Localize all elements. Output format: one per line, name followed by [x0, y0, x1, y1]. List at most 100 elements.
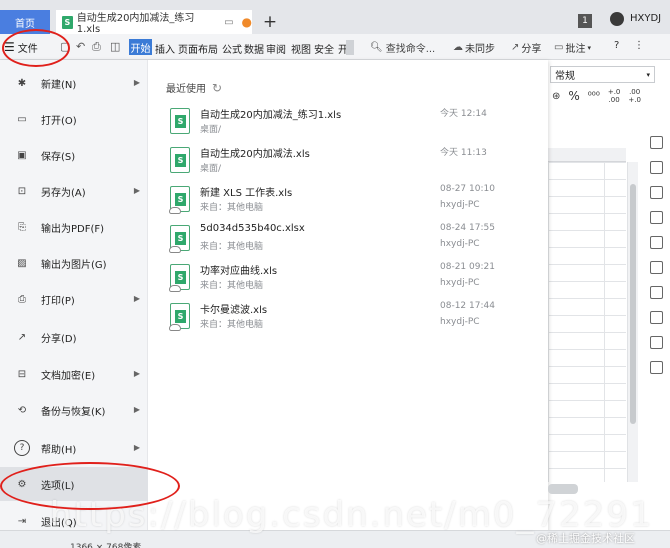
spreadsheet-file-icon: S — [169, 225, 190, 253]
chevron-right-icon: ▶ — [133, 443, 140, 452]
nav-item-save[interactable]: ▣ 保存(S) — [0, 138, 148, 172]
property-tool-icon[interactable] — [650, 211, 663, 224]
backup-tool-icon[interactable] — [650, 261, 663, 274]
chevron-right-icon: ▶ — [133, 405, 140, 414]
tab-page-layout[interactable]: 页面布局 — [178, 41, 218, 56]
undo-quick-icon[interactable]: ↶ — [76, 40, 85, 53]
grid-tool-icon[interactable] — [650, 236, 663, 249]
cloud-icon — [169, 285, 181, 292]
preview-quick-icon[interactable]: ◫ — [110, 40, 120, 53]
nav-item-backup[interactable]: ⟲ 备份与恢复(K) ▶ — [0, 393, 148, 427]
window-count-badge[interactable]: 1 — [578, 14, 592, 28]
recent-file-row[interactable]: S 自动生成20内加减法_练习1.xls 桌面/今天 12:14 — [170, 106, 510, 142]
decrease-decimal-button[interactable]: .00 +.0 — [628, 88, 641, 104]
cloud-icon: ☁ — [453, 42, 463, 53]
image-icon: ▨ — [17, 257, 27, 269]
text-tool-icon[interactable] — [650, 311, 663, 324]
chevron-down-icon: ▾ — [587, 43, 591, 52]
share-tool-icon[interactable] — [650, 336, 663, 349]
tab-security[interactable]: 安全 — [314, 41, 334, 56]
recent-file-row[interactable]: S 5d034d535b40c.xlsx 来自：其他电脑 08-24 17:55 hxy… — [169, 223, 510, 259]
tab-data[interactable]: 数据 — [244, 41, 264, 56]
horizontal-scroll-thumb[interactable] — [548, 484, 578, 494]
nav-item-save-as[interactable]: ⊡ 另存为(A) ▶ — [0, 174, 148, 208]
file-source: hxydj-PC — [440, 278, 480, 288]
recent-file-row[interactable]: S 自动生成20内加减法.xls 桌面/今天 11:13 — [170, 145, 510, 181]
tab-view[interactable]: 视图 — [291, 41, 311, 56]
file-name: 新建 XLS 工作表.xls — [200, 188, 293, 199]
nav-item-label: 文档加密(E) — [41, 370, 96, 382]
username[interactable]: HXYDJ — [630, 13, 661, 24]
chevron-right-icon: ▶ — [133, 78, 140, 87]
tab-start[interactable]: 开始 — [129, 39, 152, 55]
file-name: 功率对应曲线.xls — [200, 266, 278, 277]
more-button[interactable]: ⋮ — [634, 40, 644, 51]
history-tool-icon[interactable] — [650, 361, 663, 374]
percent-button[interactable]: % — [568, 89, 579, 103]
file-path: 桌面/ — [200, 164, 222, 174]
cell-grid[interactable] — [548, 162, 626, 482]
nav-item-folder-open[interactable]: ▭ 打开(O) — [0, 102, 148, 136]
command-search[interactable]: 🔍︎ 查找命令... — [370, 40, 435, 55]
nav-item-label: 保存(S) — [41, 151, 76, 163]
tab-review[interactable]: 审阅 — [266, 41, 286, 56]
refresh-icon[interactable]: ↻ — [212, 81, 222, 95]
recent-files-title: 最近使用 — [166, 84, 206, 95]
search-icon: 🔍︎ — [370, 42, 383, 53]
print-quick-icon[interactable]: ⎙ — [92, 40, 101, 54]
scroll-thumb[interactable] — [630, 184, 636, 424]
nav-item-new[interactable]: ✱ 新建(N) ▶ — [0, 66, 148, 100]
nav-item-label: 打开(O) — [41, 115, 77, 127]
file-source: hxydj-PC — [440, 200, 480, 210]
nav-item-pdf[interactable]: ⎘ 输出为PDF(F) — [0, 210, 148, 244]
tab-overflow-divider[interactable] — [346, 40, 354, 55]
spreadsheet-file-icon: S — [170, 147, 190, 173]
vertical-scrollbar[interactable] — [627, 162, 638, 482]
avatar[interactable] — [610, 12, 624, 26]
comment-icon: ▭ — [554, 42, 564, 53]
file-time: 08-27 10:10 — [440, 184, 495, 194]
currency-icon[interactable]: ⊛ — [552, 91, 560, 102]
select-tool-icon[interactable] — [650, 136, 663, 149]
tab-document[interactable]: S 自动生成20内加减法_练习1.xls ▭ ● — [56, 10, 252, 35]
nav-item-help[interactable]: ? 帮助(H) ▶ — [0, 431, 148, 465]
new-tab-button[interactable]: + — [260, 10, 280, 34]
title-tab-bar: 首页 S 自动生成20内加减法_练习1.xls ▭ ● + 1 HXYDJ — [0, 0, 670, 35]
help-button[interactable]: ? — [614, 40, 619, 51]
nav-item-image[interactable]: ▨ 输出为图片(G) — [0, 246, 148, 280]
right-toolbar — [643, 128, 670, 448]
tab-insert[interactable]: 插入 — [155, 41, 175, 56]
watermark-credit: @稀土掘金技术社区 — [536, 532, 635, 545]
recent-file-row[interactable]: S 新建 XLS 工作表.xls 来自：其他电脑 08-27 10:10 hxydj-P… — [169, 184, 510, 220]
nav-item-print[interactable]: ⎙ 打印(P) ▶ — [0, 282, 148, 316]
layout-tool-icon[interactable] — [650, 286, 663, 299]
nav-item-encrypt[interactable]: ⊟ 文档加密(E) ▶ — [0, 357, 148, 391]
cloud-icon — [169, 246, 181, 253]
new-icon: ✱ — [17, 77, 27, 89]
spreadsheet-file-icon: S — [170, 108, 190, 134]
style-tool-icon[interactable] — [650, 161, 663, 174]
sync-label: 未同步 — [465, 44, 495, 55]
nav-item-share[interactable]: ↗ 分享(D) — [0, 320, 148, 354]
encrypt-icon: ⊟ — [17, 368, 27, 380]
share-button[interactable]: ↗ 分享 — [511, 40, 541, 55]
file-time: 08-21 09:21 — [440, 262, 495, 272]
spreadsheet-icon: S — [175, 115, 186, 128]
file-path: 来自：其他电脑 — [200, 281, 264, 291]
annotate-button[interactable]: ▭ 批注 ▾ — [554, 40, 591, 55]
chevron-right-icon: ▶ — [133, 186, 140, 195]
number-format-select[interactable]: 常规 ▾ — [550, 66, 655, 83]
file-path: 来自：其他电脑 — [200, 203, 264, 213]
increase-decimal-button[interactable]: +.0.00 — [608, 88, 621, 104]
file-time: 今天 12:14 — [440, 109, 487, 119]
backup-icon: ⟲ — [17, 404, 27, 416]
nav-item-label: 退出(Q) — [41, 517, 77, 529]
sync-button[interactable]: ☁ 未同步 — [453, 40, 495, 55]
thousands-icon[interactable]: ⁰⁰⁰ — [588, 91, 600, 102]
recent-file-row[interactable]: S 卡尔曼滤波.xls 来自：其他电脑 08-12 17:44 hxydj-PC — [169, 301, 510, 337]
tab-formula[interactable]: 公式 — [222, 41, 242, 56]
recent-file-row[interactable]: S 功率对应曲线.xls 来自：其他电脑 08-21 09:21 hxydj-PC — [169, 262, 510, 298]
screen-icon[interactable]: ▭ — [224, 17, 233, 28]
shape-tool-icon[interactable] — [650, 186, 663, 199]
file-name: 卡尔曼滤波.xls — [200, 305, 268, 316]
